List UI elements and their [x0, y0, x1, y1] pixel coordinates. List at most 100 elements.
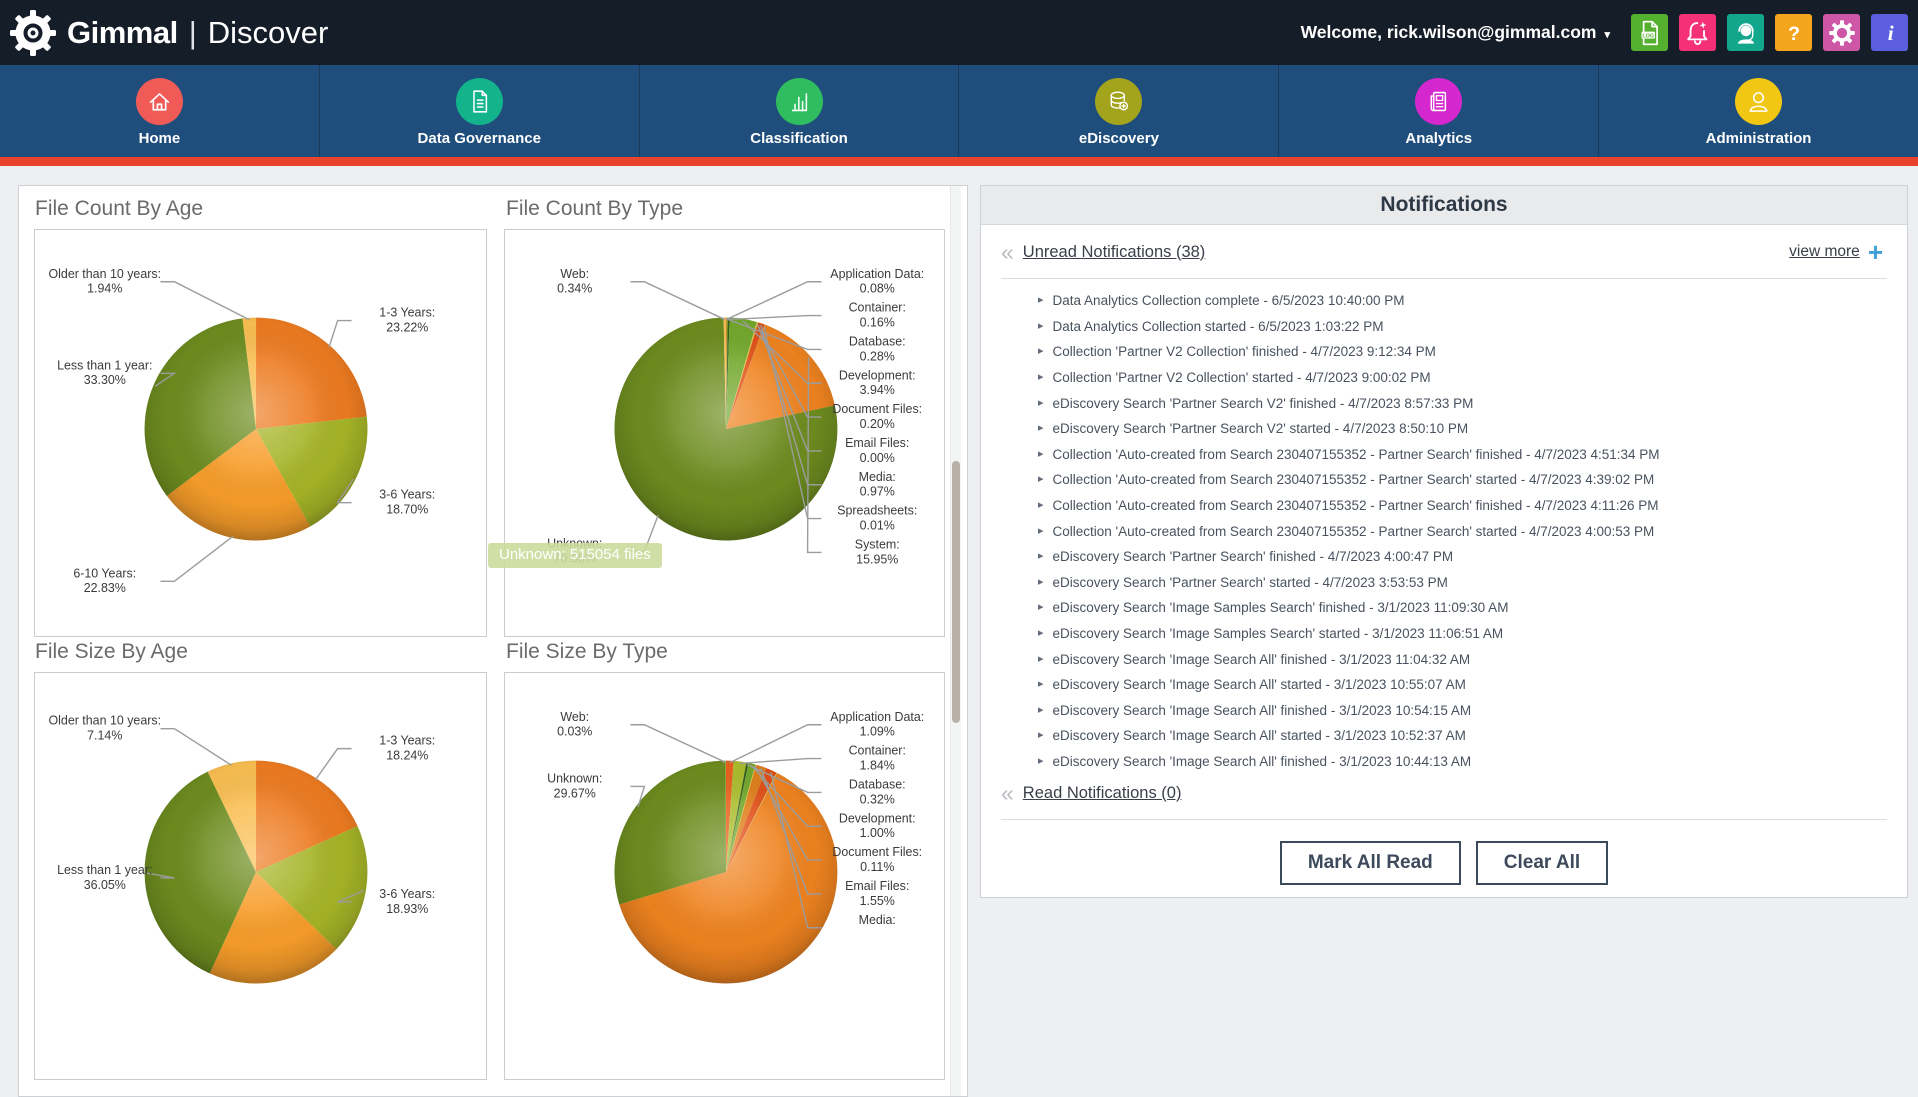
clear-all-button[interactable]: Clear All — [1476, 841, 1608, 885]
gimmal-gear-logo-icon — [9, 9, 57, 57]
nav-item-ediscovery[interactable]: eDiscovery — [958, 65, 1278, 157]
notification-item[interactable]: ▸eDiscovery Search 'Image Samples Search… — [1038, 595, 1907, 621]
expand-arrow-icon: ▸ — [1038, 372, 1044, 383]
expand-arrow-icon: ▸ — [1038, 474, 1044, 485]
notification-item[interactable]: ▸eDiscovery Search 'Image Search All' st… — [1038, 723, 1907, 749]
notification-item[interactable]: ▸ eDiscovery Search 'Partner Search' star… — [1038, 570, 1907, 596]
bar-chart-icon — [776, 78, 823, 125]
expand-arrow-icon: ▸ — [1038, 577, 1044, 588]
chart-box-file-count-by-type: Application Data:0.08%Container:0.16%Dat… — [504, 229, 945, 637]
svg-text:Spreadsheets:0.01%: Spreadsheets:0.01% — [837, 504, 917, 533]
chart-title-file-size-by-type: File Size By Type — [506, 640, 668, 664]
notification-text: eDiscovery Search 'Image Search All' fin… — [1053, 703, 1472, 718]
pie-chart-file-count-by-age[interactable]: 1-3 Years:23.22%3-6 Years:18.70%6-10 Yea… — [35, 230, 486, 636]
svg-text:Database:0.32%: Database:0.32% — [849, 777, 906, 806]
mark-all-read-button[interactable]: Mark All Read — [1280, 841, 1461, 885]
nav-item-administration[interactable]: Administration — [1598, 65, 1918, 157]
notification-item[interactable]: ▸Collection 'Auto-created from Search 23… — [1038, 467, 1907, 493]
view-more-plus-icon[interactable]: + — [1868, 242, 1883, 262]
svg-text:1-3 Years:18.24%: 1-3 Years:18.24% — [379, 734, 435, 763]
svg-text:Application Data:0.08%: Application Data:0.08% — [830, 267, 924, 296]
svg-text:Container:1.84%: Container:1.84% — [849, 744, 906, 773]
expand-arrow-icon: ▸ — [1038, 295, 1044, 306]
pie-chart-file-size-by-type[interactable]: Application Data:1.09%Container:1.84%Dat… — [505, 673, 944, 1079]
notification-item[interactable]: ▸Collection 'Auto-created from Search 23… — [1038, 518, 1907, 544]
notification-item[interactable]: ▸eDiscovery Search 'Image Search All' fi… — [1038, 646, 1907, 672]
info-button[interactable]: i — [1871, 14, 1908, 51]
notification-text: eDiscovery Search 'Partner Search' start… — [1053, 575, 1448, 590]
nav-item-data-governance[interactable]: Data Governance — [319, 65, 639, 157]
svg-text:Less than 1 year:33.30%: Less than 1 year:33.30% — [57, 358, 152, 387]
svg-text:Older than 10 years:7.14%: Older than 10 years:7.14% — [48, 714, 161, 743]
notification-item[interactable]: ▸eDiscovery Search 'Image Search All' st… — [1038, 672, 1907, 698]
chart-box-file-size-by-type: Application Data:1.09%Container:1.84%Dat… — [504, 672, 945, 1080]
notification-item[interactable]: ▸ eDiscovery Search 'Image Search All' fi… — [1038, 698, 1907, 724]
divider — [1001, 278, 1887, 279]
expand-arrow-icon: ▸ — [1038, 705, 1044, 716]
read-notifications-row: « Read Notifications (0) — [1001, 780, 1883, 806]
svg-text:Email Files:0.00%: Email Files:0.00% — [845, 436, 909, 465]
svg-text:Document Files:0.20%: Document Files:0.20% — [832, 402, 922, 431]
notification-text: eDiscovery Search 'Partner Search V2' st… — [1053, 421, 1469, 436]
charts-scrollbar-track[interactable] — [950, 186, 961, 1096]
notification-item[interactable]: ▸eDiscovery Search 'Image Search All' fi… — [1038, 749, 1907, 775]
alerts-bell-button[interactable] — [1679, 14, 1716, 51]
nav-label: Administration — [1706, 130, 1812, 147]
notification-text: eDiscovery Search 'Image Samples Search'… — [1053, 600, 1509, 615]
notification-item[interactable]: ▸Collection 'Auto-created from Search 23… — [1038, 493, 1907, 519]
notification-item[interactable]: ▸ Data Analytics Collection started - 6/… — [1038, 314, 1907, 340]
notification-item[interactable]: ▸ eDiscovery Search 'Image Samples Search… — [1038, 621, 1907, 647]
support-headset-button[interactable] — [1727, 14, 1764, 51]
chart-title-file-count-by-type: File Count By Type — [506, 197, 683, 221]
notification-item[interactable]: ▸eDiscovery Search 'Partner Search V2' f… — [1038, 390, 1907, 416]
nav-item-classification[interactable]: Classification — [639, 65, 959, 157]
pie-chart-file-size-by-age[interactable]: 1-3 Years:18.24%3-6 Years:18.93%Less tha… — [35, 673, 486, 1079]
notification-text: Collection 'Partner V2 Collection' finis… — [1053, 344, 1436, 359]
chart-title-file-size-by-age: File Size By Age — [35, 640, 188, 664]
svg-text:Document Files:0.11%: Document Files:0.11% — [832, 845, 922, 874]
notification-item[interactable]: ▸Data Analytics Collection complete - 6/… — [1038, 288, 1907, 314]
svg-text:Email Files:1.55%: Email Files:1.55% — [845, 879, 909, 908]
settings-gear-button[interactable] — [1823, 14, 1860, 51]
expand-arrow-icon: ▸ — [1038, 628, 1044, 639]
log-file-button[interactable]: LOG — [1631, 14, 1668, 51]
chart-box-file-count-by-age: 1-3 Years:23.22%3-6 Years:18.70%6-10 Yea… — [34, 229, 487, 637]
user-menu[interactable]: Welcome, rick.wilson@gimmal.com ▾ — [1301, 22, 1620, 43]
notification-item[interactable]: ▸Collection 'Partner V2 Collection' fini… — [1038, 339, 1907, 365]
nav-label: Classification — [750, 130, 848, 147]
svg-text:Unknown:29.67%: Unknown:29.67% — [547, 771, 602, 800]
svg-text:3-6 Years:18.70%: 3-6 Years:18.70% — [379, 488, 435, 517]
collapse-chevrons-icon[interactable]: « — [1001, 241, 1014, 263]
svg-text:Development:1.00%: Development:1.00% — [839, 811, 916, 840]
svg-text:System:15.95%: System:15.95% — [855, 537, 900, 566]
notification-text: Collection 'Partner V2 Collection' start… — [1053, 370, 1431, 385]
notifications-panel: Notifications « Unread Notifications (38… — [980, 185, 1908, 898]
collapse-chevrons-icon[interactable]: « — [1001, 782, 1014, 804]
charts-scrollbar-thumb[interactable] — [952, 461, 960, 723]
help-button[interactable]: ? — [1775, 14, 1812, 51]
svg-text:Older than 10 years:1.94%: Older than 10 years:1.94% — [48, 267, 161, 296]
main-nav: HomeData Governance Classification eDiscov… — [0, 65, 1918, 157]
divider — [1001, 819, 1887, 820]
notification-item[interactable]: ▸eDiscovery Search 'Partner Search' fini… — [1038, 544, 1907, 570]
notification-text: Collection 'Auto-created from Search 230… — [1053, 447, 1660, 462]
chart-title-file-count-by-age: File Count By Age — [35, 197, 203, 221]
notification-item[interactable]: ▸Collection 'Auto-created from Search 23… — [1038, 442, 1907, 468]
pie-chart-file-count-by-type[interactable]: Application Data:0.08%Container:0.16%Dat… — [505, 230, 944, 636]
expand-arrow-icon: ▸ — [1038, 756, 1044, 767]
expand-arrow-icon: ▸ — [1038, 551, 1044, 562]
notification-item[interactable]: ▸eDiscovery Search 'Partner Search V2' s… — [1038, 416, 1907, 442]
brand: Gimmal | Discover — [67, 0, 328, 65]
svg-text:Database:0.28%: Database:0.28% — [849, 334, 906, 363]
nav-label: eDiscovery — [1079, 130, 1159, 147]
nav-item-home[interactable]: Home — [0, 65, 319, 157]
notification-text: eDiscovery Search 'Partner Search V2' fi… — [1053, 396, 1474, 411]
nav-item-analytics[interactable]: Analytics — [1278, 65, 1598, 157]
notification-text: eDiscovery Search 'Image Samples Search'… — [1053, 626, 1504, 641]
dashboard-charts-panel: File Count By Age 1-3 Years:23.22%3-6 Ye… — [18, 185, 968, 1097]
unread-notifications-link[interactable]: Unread Notifications (38) — [1023, 243, 1206, 262]
read-notifications-link[interactable]: Read Notifications (0) — [1023, 784, 1182, 803]
notification-item[interactable]: ▸ Collection 'Partner V2 Collection' star… — [1038, 365, 1907, 391]
svg-text:Web:0.34%: Web:0.34% — [557, 267, 592, 296]
view-more-link[interactable]: view more — [1789, 243, 1860, 261]
